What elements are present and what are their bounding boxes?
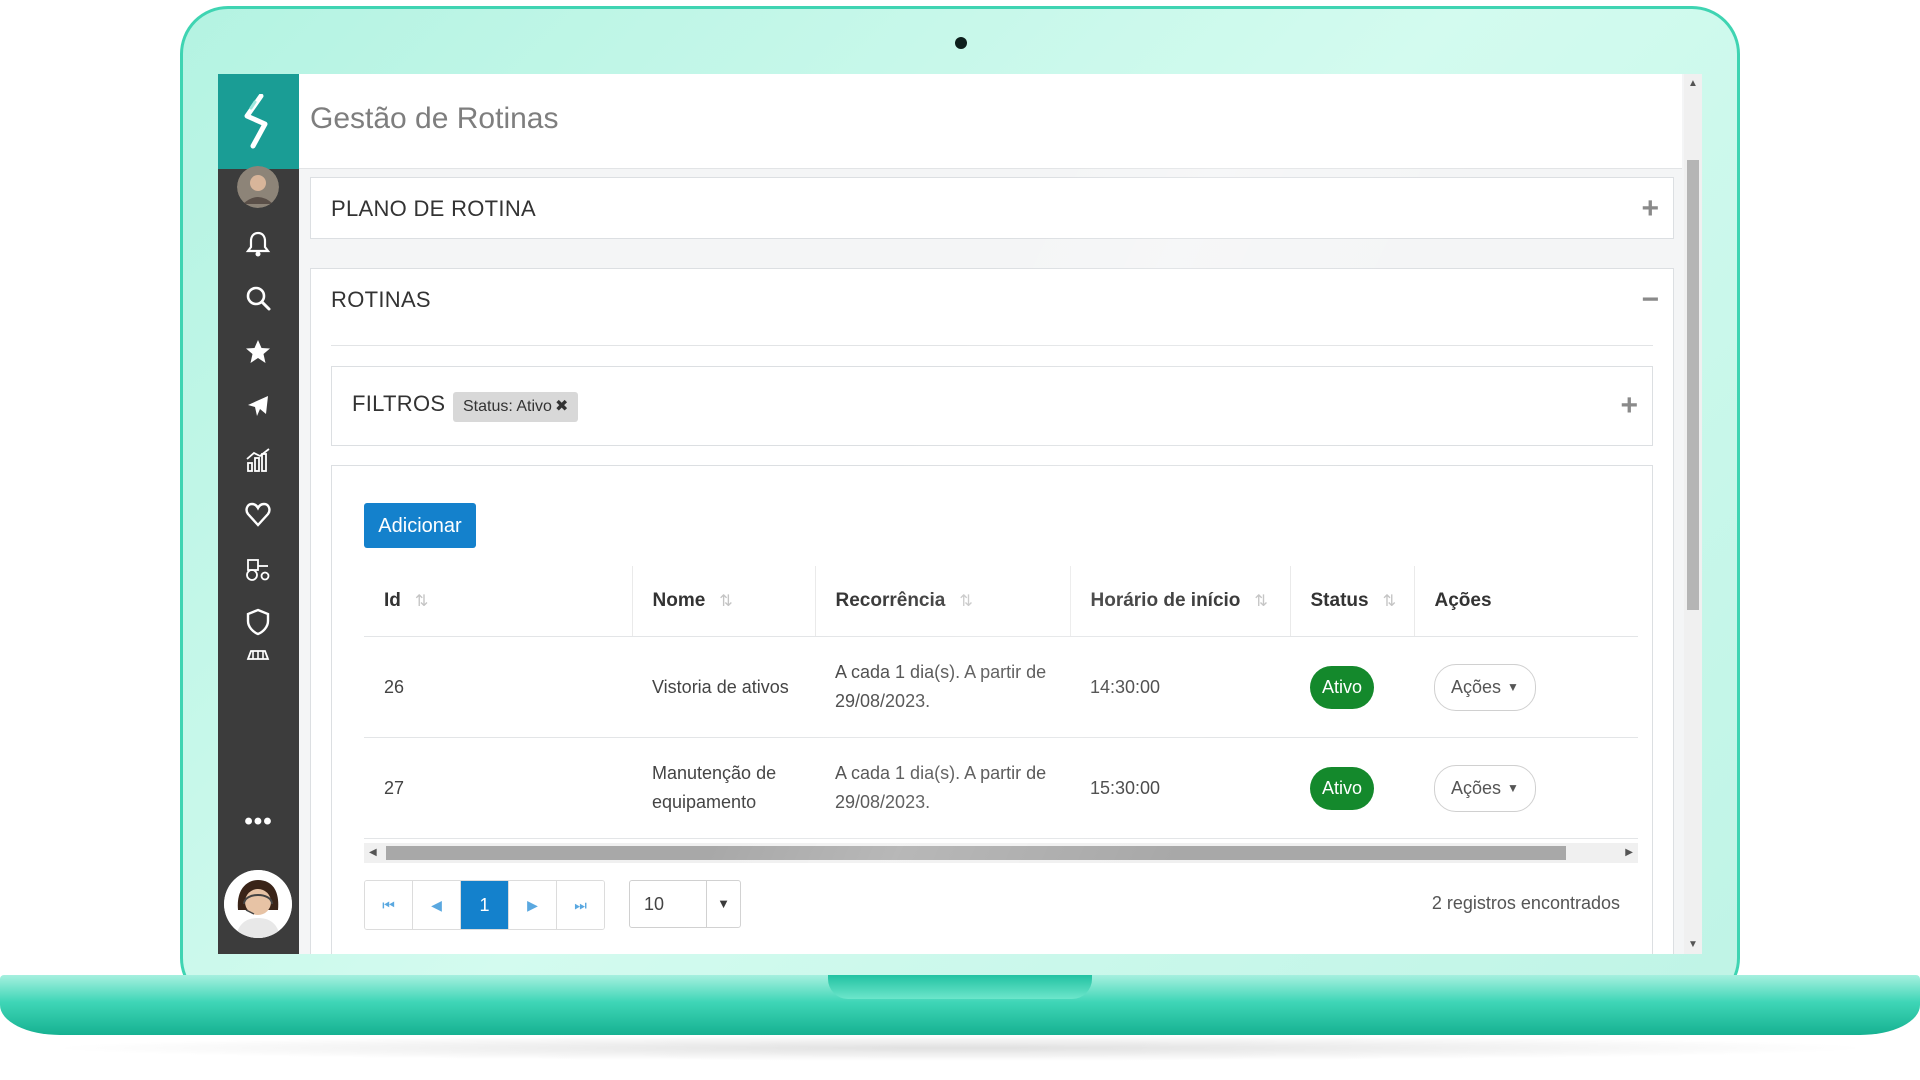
remove-filter-icon[interactable]: ✖ (555, 398, 568, 415)
collapse-rotinas-button[interactable]: − (1641, 285, 1659, 315)
actions-dropdown-button[interactable]: Ações ▼ (1434, 764, 1536, 812)
cell-recorrencia: A cada 1 dia(s). A partir de 29/08/2023. (815, 636, 1070, 738)
user-avatar-icon (237, 166, 279, 208)
vertical-scroll-thumb[interactable] (1687, 160, 1699, 610)
cell-status: Ativo (1290, 737, 1414, 839)
last-page-button[interactable]: ⏭ (557, 881, 604, 929)
screen: ••• Gestão de Rotinas PLANO DE ROTINA + … (218, 74, 1702, 954)
panel-divider (331, 345, 1653, 346)
more-menu-button[interactable]: ••• (218, 802, 299, 852)
table-row[interactable]: 27 Manutenção de equipamento A cada 1 di… (364, 737, 1638, 839)
cell-status: Ativo (1290, 636, 1414, 738)
page-size-select[interactable]: 10 ▼ (629, 880, 741, 928)
rotinas-panel: ROTINAS − FILTROS Status: Ativo ✖ + Adici… (310, 268, 1674, 954)
bell-icon (245, 231, 271, 257)
scroll-right-icon[interactable]: ▶ (1625, 843, 1633, 863)
search-button[interactable] (238, 278, 278, 318)
tractor-icon (246, 559, 270, 581)
sort-icon[interactable]: ⇅ (719, 593, 732, 610)
logo-icon (244, 93, 267, 148)
column-header-status[interactable]: Status ⇅ (1289, 566, 1414, 637)
page-size-value: 10 (630, 881, 707, 927)
prev-page-button[interactable]: ◀ (413, 881, 461, 929)
column-header-nome[interactable]: Nome ⇅ (631, 566, 815, 637)
pagination: ⏮ ◀ 1 ▶ ⏭ (364, 880, 605, 930)
expand-plano-button[interactable]: + (1641, 194, 1659, 224)
horizontal-scroll-thumb[interactable] (386, 846, 1566, 860)
status-filter-badge: Status: Ativo ✖ (453, 392, 579, 422)
sort-icon[interactable]: ⇅ (1383, 593, 1396, 610)
page-title: Gestão de Rotinas (310, 102, 559, 135)
scroll-down-icon[interactable]: ▼ (1688, 939, 1698, 950)
laptop-shadow (40, 1035, 1880, 1061)
page-header: Gestão de Rotinas (299, 74, 1682, 169)
add-button[interactable]: Adicionar (364, 503, 476, 548)
caret-down-icon: ▼ (1507, 780, 1519, 795)
cell-id: 27 (364, 737, 632, 839)
security-button[interactable] (238, 602, 278, 642)
column-header-acoes: Ações (1413, 566, 1638, 637)
first-page-button[interactable]: ⏮ (365, 881, 413, 929)
support-avatar[interactable] (224, 870, 292, 938)
heart-icon (245, 502, 271, 527)
reports-button[interactable] (238, 440, 278, 480)
cell-horario: 15:30:00 (1070, 737, 1290, 839)
caret-down-icon: ▼ (1507, 679, 1519, 694)
scroll-up-icon[interactable]: ▲ (1688, 78, 1698, 89)
cell-horario: 14:30:00 (1070, 636, 1290, 738)
chart-icon (246, 448, 270, 472)
column-header-id[interactable]: Id ⇅ (364, 566, 632, 637)
cell-nome: Vistoria de ativos (632, 636, 815, 738)
status-filter-label: Status: Ativo (463, 398, 552, 415)
shield-icon (246, 608, 270, 636)
plane-icon (248, 396, 268, 416)
table-row[interactable]: 26 Vistoria de ativos A cada 1 dia(s). A… (364, 636, 1638, 738)
status-badge: Ativo (1310, 665, 1375, 709)
cell-id: 26 (364, 636, 632, 738)
cell-recorrencia: A cada 1 dia(s). A partir de 29/08/2023. (815, 737, 1070, 839)
horizontal-scrollbar[interactable]: ◀ ▶ (364, 843, 1638, 863)
vertical-scrollbar[interactable]: ▲ ▼ (1684, 74, 1702, 954)
travel-button[interactable] (238, 386, 278, 426)
rotinas-panel-title: ROTINAS (331, 287, 431, 312)
support-agent-icon (224, 870, 292, 938)
current-page-button[interactable]: 1 (461, 881, 509, 929)
favorites-button[interactable] (238, 332, 278, 372)
main-content: Gestão de Rotinas PLANO DE ROTINA + ROTI… (299, 74, 1682, 954)
column-header-horario[interactable]: Horário de início ⇅ (1069, 566, 1290, 637)
health-button[interactable] (238, 494, 278, 534)
cell-acoes: Ações ▼ (1414, 737, 1638, 839)
table-header-row: Id ⇅ Nome ⇅ Recorrência ⇅ Horário de início… (364, 566, 1638, 637)
plano-de-rotina-panel: PLANO DE ROTINA + (310, 177, 1674, 239)
plano-panel-title: PLANO DE ROTINA (331, 196, 536, 221)
cell-acoes: Ações ▼ (1414, 636, 1638, 738)
sort-icon[interactable]: ⇅ (415, 593, 428, 610)
user-avatar[interactable] (237, 166, 279, 208)
cell-nome: Manutenção de equipamento (632, 737, 815, 839)
next-page-button[interactable]: ▶ (509, 881, 557, 929)
vehicle-icon (246, 650, 270, 660)
filters-panel: FILTROS Status: Ativo ✖ + (331, 366, 1653, 446)
vehicles-button[interactable] (238, 646, 278, 666)
rotinas-table: Id ⇅ Nome ⇅ Recorrência ⇅ Horário de início… (364, 566, 1638, 839)
star-icon (246, 340, 270, 363)
sidebar: ••• (218, 74, 299, 954)
dropdown-caret-icon[interactable]: ▼ (707, 881, 740, 927)
records-count: 2 registros encontrados (1431, 893, 1620, 913)
actions-dropdown-button[interactable]: Ações ▼ (1434, 663, 1536, 711)
status-badge: Ativo (1310, 766, 1375, 810)
filters-title: FILTROS (352, 391, 446, 416)
column-header-recorrencia[interactable]: Recorrência ⇅ (814, 566, 1070, 637)
notifications-button[interactable] (238, 224, 278, 264)
machinery-button[interactable] (238, 548, 278, 588)
expand-filters-button[interactable]: + (1620, 391, 1638, 421)
search-icon (246, 286, 271, 311)
app-logo[interactable] (218, 74, 299, 169)
data-area: Adicionar Id ⇅ Nome ⇅ Recorrência ⇅ Horário… (331, 465, 1653, 954)
sort-icon[interactable]: ⇅ (959, 593, 972, 610)
sort-icon[interactable]: ⇅ (1254, 593, 1267, 610)
laptop-notch (828, 975, 1092, 999)
scroll-left-icon[interactable]: ◀ (369, 843, 377, 863)
camera (955, 37, 967, 49)
